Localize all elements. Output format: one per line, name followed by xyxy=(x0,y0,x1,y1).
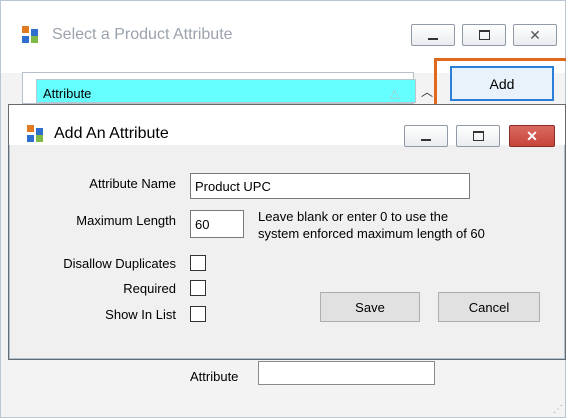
maximize-icon xyxy=(478,30,490,40)
disallow-duplicates-label: Disallow Duplicates xyxy=(63,256,176,271)
required-checkbox[interactable] xyxy=(190,280,206,296)
dialog-close-button[interactable]: ✕ xyxy=(509,125,555,147)
resize-grip-icon[interactable]: ⋰ xyxy=(553,404,563,415)
close-icon: ✕ xyxy=(529,26,541,43)
maximum-length-input[interactable]: 60 xyxy=(190,210,244,238)
dialog-app-icon xyxy=(27,125,45,143)
close-button[interactable]: ✕ xyxy=(513,24,557,46)
maximize-button[interactable] xyxy=(462,24,506,46)
bottom-attribute-input[interactable] xyxy=(258,361,435,385)
dialog-maximize-button[interactable] xyxy=(456,125,500,147)
cancel-button[interactable]: Cancel xyxy=(438,292,540,322)
attribute-name-input[interactable]: Product UPC xyxy=(190,173,470,199)
minimize-icon xyxy=(428,38,438,40)
maximum-length-hint-line2: system enforced maximum length of 60 xyxy=(258,226,485,241)
dialog-minimize-button[interactable] xyxy=(404,125,448,147)
bottom-attribute-label: Attribute xyxy=(190,369,239,384)
minimize-icon xyxy=(421,139,431,141)
window-title: Select a Product Attribute xyxy=(52,26,233,43)
attribute-name-label: Attribute Name xyxy=(89,176,176,191)
close-icon: ✕ xyxy=(526,127,538,144)
grid-column-header[interactable] xyxy=(36,79,416,103)
maximum-length-hint-line1: Leave blank or enter 0 to use the xyxy=(258,209,449,224)
app-icon xyxy=(22,26,40,44)
sort-triangle-icon: △ xyxy=(390,86,400,100)
grid-column-header-label: Attribute xyxy=(43,86,92,101)
maximize-icon xyxy=(472,131,484,141)
minimize-button[interactable] xyxy=(411,24,455,46)
show-in-list-checkbox[interactable] xyxy=(190,306,206,322)
required-label: Required xyxy=(123,281,176,296)
disallow-duplicates-checkbox[interactable] xyxy=(190,255,206,271)
save-button[interactable]: Save xyxy=(320,292,420,322)
maximum-length-label: Maximum Length xyxy=(76,213,176,228)
add-button[interactable]: Add xyxy=(450,66,554,101)
show-in-list-label: Show In List xyxy=(105,307,176,322)
dialog-title: Add An Attribute xyxy=(54,125,169,142)
